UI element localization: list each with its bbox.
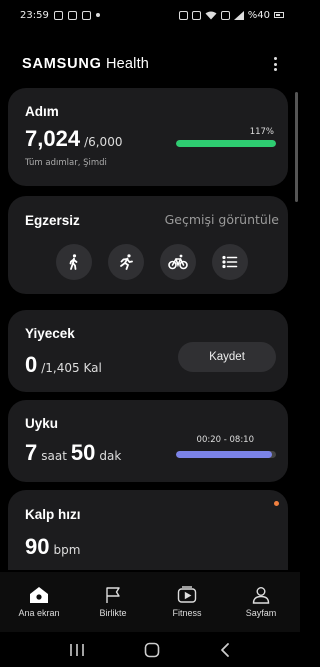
system-navigation (0, 632, 300, 667)
steps-value: 7,024 (25, 126, 81, 151)
lte-icon (220, 10, 230, 20)
status-left: 23:59 (20, 10, 100, 21)
nav-together-label: Birlikte (99, 608, 127, 618)
app-header: SAMSUNG Health (22, 52, 282, 76)
sleep-card[interactable]: Uyku 7 saat 50 dak 00:20 - 08:10 (8, 400, 288, 482)
signal-icon (233, 10, 244, 20)
steps-card[interactable]: Adım 7,024 /6,000 Tüm adımlar, Şimdi 117… (8, 88, 288, 186)
nav-fitness[interactable]: Fitness (152, 586, 222, 618)
sleep-progress-bar (176, 451, 276, 458)
more-notifications-dot (95, 13, 100, 17)
flag-icon (106, 587, 120, 603)
heart-rate-card[interactable]: Kalp hızı 90 bpm (8, 490, 288, 570)
steps-progress-fill (176, 140, 276, 147)
nav-profile-label: Sayfam (245, 608, 277, 618)
sleep-title: Uyku (25, 416, 59, 431)
profile-icon (252, 587, 270, 604)
notification-icon (81, 10, 91, 20)
steps-title: Adım (25, 104, 59, 119)
nav-home-label: Ana ekran (18, 608, 60, 618)
sleep-minutes: 50 (70, 440, 96, 465)
sleep-hours-unit: saat (41, 449, 67, 463)
status-bar: 23:59 %40 (0, 0, 300, 30)
notification-icon (67, 10, 77, 20)
mute-icon (191, 10, 201, 20)
heart-rate-value-row: 90 bpm (25, 534, 80, 560)
workout-list-button[interactable] (212, 244, 248, 280)
back-icon[interactable] (219, 642, 231, 658)
sleep-minutes-unit: dak (99, 449, 122, 463)
alarm-icon (178, 10, 188, 20)
steps-percent: 117% (249, 127, 274, 137)
nav-together[interactable]: Birlikte (78, 586, 148, 618)
walk-button[interactable] (56, 244, 92, 280)
food-calories-value: 0 (25, 352, 38, 377)
exercise-title: Egzersiz (25, 213, 80, 228)
brand-logo: SAMSUNG Health (22, 56, 149, 72)
bike-icon (168, 254, 188, 270)
sleep-duration-row: 7 saat 50 dak (25, 440, 125, 466)
steps-goal: /6,000 (84, 135, 123, 149)
walk-icon (69, 254, 78, 270)
scroll-indicator[interactable] (295, 92, 298, 202)
brand-name-regular: Health (105, 56, 150, 72)
heart-rate-value: 90 (25, 534, 50, 559)
bike-button[interactable] (160, 244, 196, 280)
sleep-hours: 7 (25, 440, 38, 465)
status-time: 23:59 (20, 9, 49, 21)
exercise-shortcuts (56, 244, 248, 280)
exercise-card[interactable]: Egzersiz Geçmişi görüntüle (8, 196, 288, 294)
sleep-time-range: 00:20 - 08:10 (196, 435, 254, 445)
battery-percent: %40 (247, 9, 270, 21)
steps-progress-bar (176, 140, 276, 147)
view-history-link[interactable]: Geçmişi görüntüle (165, 212, 279, 227)
home-icon (30, 587, 48, 603)
food-value-row: 0 /1,405 Kal (25, 352, 102, 378)
brand-name-bold: SAMSUNG (22, 56, 102, 72)
notification-icon (53, 10, 63, 20)
food-card[interactable]: Yiyecek 0 /1,405 Kal Kaydet (8, 310, 288, 392)
list-icon (222, 255, 238, 269)
status-right: %40 (178, 9, 284, 21)
fitness-play-icon (177, 586, 197, 603)
wifi-icon (205, 11, 217, 19)
food-calories-goal: /1,405 Kal (41, 361, 102, 375)
more-options-icon[interactable] (268, 54, 282, 74)
sleep-progress-fill (176, 451, 272, 458)
new-data-indicator (274, 501, 279, 506)
run-button[interactable] (108, 244, 144, 280)
food-title: Yiyecek (25, 326, 75, 341)
heart-rate-title: Kalp hızı (25, 507, 81, 522)
home-button-icon[interactable] (144, 642, 160, 658)
steps-subtitle: Tüm adımlar, Şimdi (25, 158, 107, 168)
record-food-button[interactable]: Kaydet (178, 342, 276, 372)
nav-fitness-label: Fitness (172, 608, 202, 618)
bottom-navigation: Ana ekran Birlikte Fitness Sayfam (0, 572, 300, 632)
heart-rate-unit: bpm (53, 543, 81, 557)
steps-value-row: 7,024 /6,000 (25, 126, 122, 152)
run-icon (120, 254, 133, 270)
recent-apps-icon[interactable] (69, 643, 85, 657)
nav-profile[interactable]: Sayfam (226, 586, 296, 618)
battery-icon (274, 12, 284, 18)
nav-home[interactable]: Ana ekran (4, 586, 74, 618)
